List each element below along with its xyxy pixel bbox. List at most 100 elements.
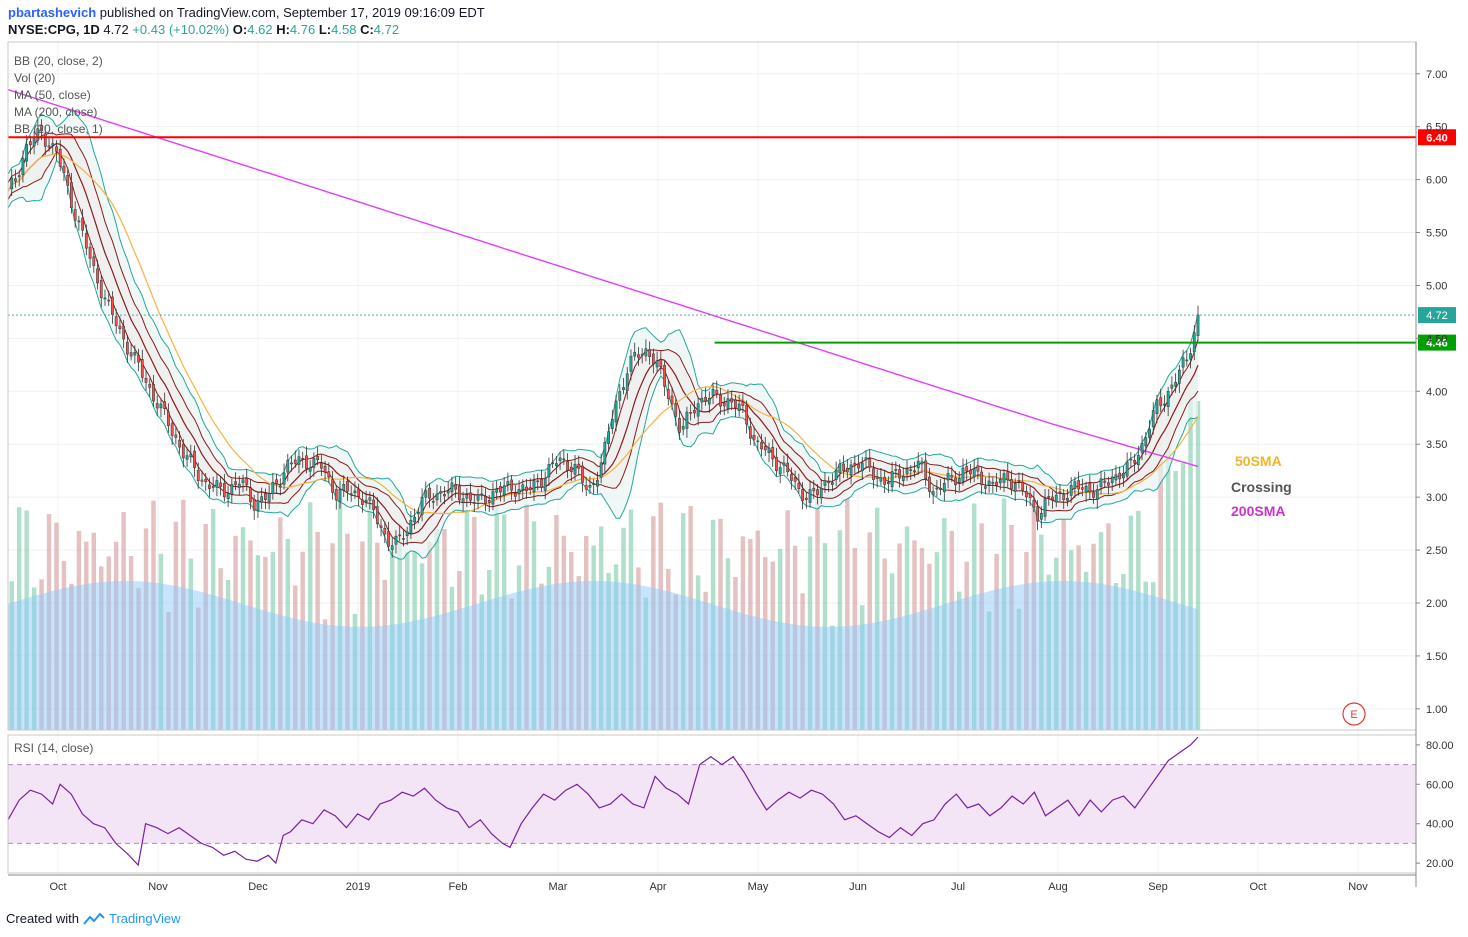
candle-body	[894, 469, 898, 471]
candle-body	[84, 232, 88, 249]
candle-body	[506, 481, 510, 486]
candle-body	[816, 489, 819, 496]
candle-body	[405, 531, 409, 536]
candle-body	[241, 479, 245, 484]
candle-body	[1148, 428, 1151, 438]
candle-body	[1006, 471, 1010, 481]
earnings-marker-label: E	[1350, 709, 1357, 721]
candle-body	[443, 494, 446, 497]
candle-body	[148, 383, 152, 388]
candle-body	[998, 479, 1002, 484]
candle-body	[361, 499, 364, 505]
candle-body	[528, 487, 532, 491]
candle-body	[939, 488, 942, 490]
horizontal-levels[interactable]: 6.404.464.72	[8, 129, 1456, 351]
volume-ma-area	[8, 580, 1198, 730]
candle-body	[782, 462, 786, 466]
candle-body	[163, 401, 167, 409]
candle-body	[32, 138, 36, 147]
candle-body	[1170, 384, 1174, 389]
rsi-tick-label: 40.00	[1426, 819, 1454, 831]
candle-body	[435, 493, 439, 501]
candle-body	[849, 464, 853, 476]
candle-body	[290, 462, 293, 465]
candle-body	[801, 489, 804, 502]
candle-body	[342, 484, 346, 491]
candle-body	[599, 462, 603, 478]
candle-body	[252, 498, 256, 511]
candle-body	[349, 493, 353, 495]
candle-body	[1114, 474, 1118, 481]
tradingview-logo-icon	[83, 912, 105, 925]
candle-body	[1118, 472, 1122, 480]
bollinger-bands	[7, 110, 1199, 560]
candle-body	[827, 480, 831, 483]
rsi-zone	[8, 764, 1416, 844]
candle-body	[398, 534, 402, 537]
candle-body	[521, 484, 525, 490]
candle-body	[745, 404, 748, 425]
candle-body	[1099, 478, 1103, 487]
candle-body	[372, 499, 375, 511]
candle-body	[1095, 489, 1099, 500]
candle-body	[1013, 483, 1017, 492]
candle-body	[991, 481, 995, 484]
candle-body	[707, 397, 711, 405]
candle-body	[726, 398, 730, 409]
annotation-200sma: 200SMA	[1231, 503, 1285, 519]
candle-body	[532, 480, 536, 493]
candle-body	[637, 354, 640, 358]
candle-body	[189, 453, 193, 458]
candle-body	[898, 469, 901, 479]
candle-body	[353, 490, 357, 494]
candle-body	[1002, 473, 1006, 483]
candle-body	[29, 141, 32, 146]
candle-body	[1073, 481, 1077, 489]
tradingview-brand[interactable]: TradingView	[109, 911, 181, 926]
candle-body	[573, 463, 577, 475]
candle-body	[88, 246, 92, 259]
candle-body	[17, 175, 21, 178]
candle-body	[536, 480, 540, 483]
candle-body	[331, 479, 334, 493]
candle-body	[55, 146, 58, 152]
candle-body	[1062, 494, 1066, 500]
candle-body	[237, 483, 241, 488]
price-chart[interactable]: 6.404.464.72 7.00 6.50 6.00 5.50 5.00 4.50 4.0…	[0, 0, 1468, 937]
candle-body	[756, 440, 760, 443]
price-tick-label: 6.50	[1426, 122, 1447, 134]
candle-body	[950, 475, 954, 478]
candle-body	[1155, 399, 1159, 414]
candle-body	[122, 325, 126, 340]
candle-body	[1017, 480, 1021, 482]
candle-body	[1092, 492, 1095, 498]
candle-body	[831, 482, 834, 485]
candle-body	[1010, 479, 1013, 489]
candle-body	[618, 391, 622, 401]
candle-body	[588, 484, 592, 488]
candle-body	[838, 463, 842, 473]
candle-body	[293, 459, 297, 464]
candle-body	[316, 455, 319, 460]
candle-body	[905, 468, 909, 474]
candle-body	[1077, 480, 1080, 490]
candle-body	[748, 426, 752, 439]
candle-body	[234, 481, 237, 485]
candle-body	[133, 352, 137, 356]
candle-body	[868, 458, 872, 468]
candle-body	[1107, 482, 1110, 486]
bb2-fill	[8, 110, 1198, 560]
candle-body	[282, 472, 286, 485]
candle-body	[275, 479, 278, 485]
candle-body	[1174, 382, 1177, 387]
candle-body	[1103, 480, 1107, 483]
candle-body	[319, 462, 323, 469]
candle-body	[924, 460, 928, 479]
candle-body	[256, 500, 260, 512]
candle-body	[278, 485, 282, 488]
rsi-label: RSI (14, close)	[14, 741, 93, 755]
candle-body	[1028, 493, 1032, 498]
candle-body	[402, 538, 405, 540]
candle-body	[222, 483, 226, 498]
candle-body	[913, 470, 916, 472]
